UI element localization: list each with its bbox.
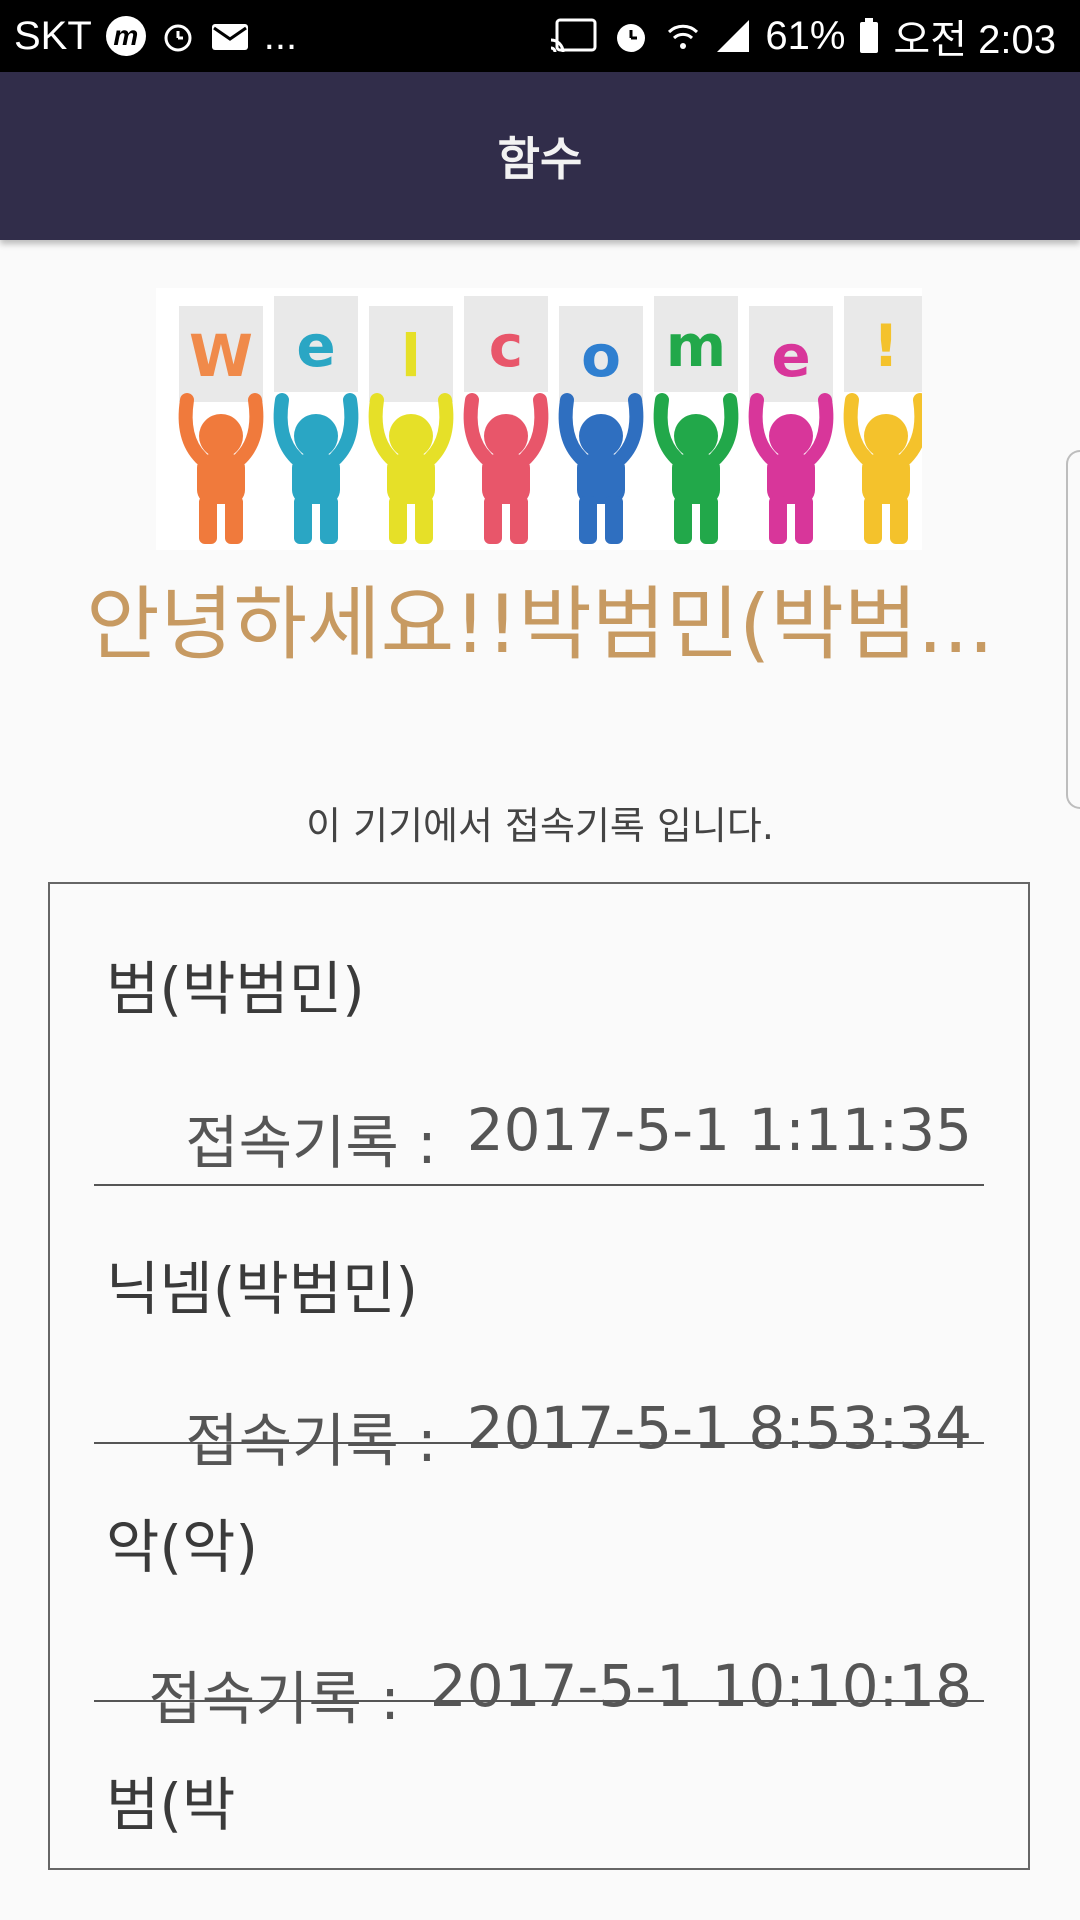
list-item[interactable]: 악(악) 접속기록 : 2017-5-1 10:10:18 [94,1444,984,1733]
banner-letter: m [666,312,726,380]
banner-figure-part [320,496,338,544]
status-right: 61% 오전 2:03 [549,0,1056,72]
banner-figure-part [890,496,908,544]
banner-figure-part [864,496,882,544]
battery-icon [859,18,879,54]
record-name: 범(박범민) [106,955,365,1023]
carrier-label: SKT [14,13,92,58]
signal-icon [715,18,751,54]
banner-letter: W [189,322,253,390]
messenger-icon: m [105,16,146,56]
greeting-text: 안녕하세요!!박범민(박범... [86,578,994,671]
banner-figure-part [225,496,243,544]
mail-icon [210,20,250,52]
record-name: 범(박 [106,1771,236,1839]
banner-figure-part [674,414,718,458]
record-name: 닉넴(박범민) [106,1255,419,1323]
banner-figure-part [484,496,502,544]
banner-figure-part [674,496,692,544]
banner-letter: e [771,322,810,390]
banner-figure-part [579,414,623,458]
banner-letter: e [296,312,335,380]
status-bar: SKT m ... 61% 오전 2:03 [0,0,1080,72]
page-title: 함수 [497,132,583,186]
banner-figure-part [700,496,718,544]
banner-figure-part [484,414,528,458]
banner-figure-part [510,496,528,544]
banner-figure-part [389,496,407,544]
status-left: SKT m ... [14,0,297,72]
banner-figure-part [769,414,813,458]
wifi-icon [665,18,701,54]
record-name: 악(악) [106,1513,258,1581]
edge-panel-handle[interactable] [1066,450,1080,809]
banner-figure-part [199,496,217,544]
clock: 오전 2:03 [893,18,1056,62]
alarm-clock-icon [160,18,196,54]
list-item[interactable]: 범(박범민) 접속기록 : 2017-5-1 1:11:35 [94,884,984,1186]
alarm-icon [611,16,651,56]
record-log-line: 접속기록 : 2017-5-1 1:11:35 [185,1096,972,1180]
record-timestamp: 2017-5-1 1:11:35 [466,1096,972,1164]
list-item[interactable]: 범(박 [94,1702,984,1868]
subtitle-text: 이 기기에서 접속기록 입니다. [306,804,774,848]
banner-figure-part [294,496,312,544]
banner-figure-part [389,414,433,458]
banner-figure-part [579,496,597,544]
banner-figure-part [864,414,908,458]
banner-figure-part [415,496,433,544]
banner-figure-part [795,496,813,544]
banner-letter: l [401,322,421,390]
record-label: 접속기록 : [185,1109,437,1177]
banner-figure-part [199,414,243,458]
app-bar: 함수 [0,72,1080,240]
more-notifications: ... [263,13,298,58]
cast-icon [549,18,597,54]
banner-figure-part [769,496,787,544]
banner-letter: c [489,312,523,380]
banner-figure-part [605,496,623,544]
battery-percent: 61% [765,13,846,58]
welcome-banner-image: We l c o m e! [156,288,922,550]
access-log-list[interactable]: 범(박범민) 접속기록 : 2017-5-1 1:11:35 닉넴(박범민) 접… [48,882,1030,1870]
banner-letter: o [581,322,621,390]
banner-letter: ! [873,312,899,380]
list-item[interactable]: 닉넴(박범민) 접속기록 : 2017-5-1 8:53:34 [94,1186,984,1475]
banner-figure-part [294,414,338,458]
